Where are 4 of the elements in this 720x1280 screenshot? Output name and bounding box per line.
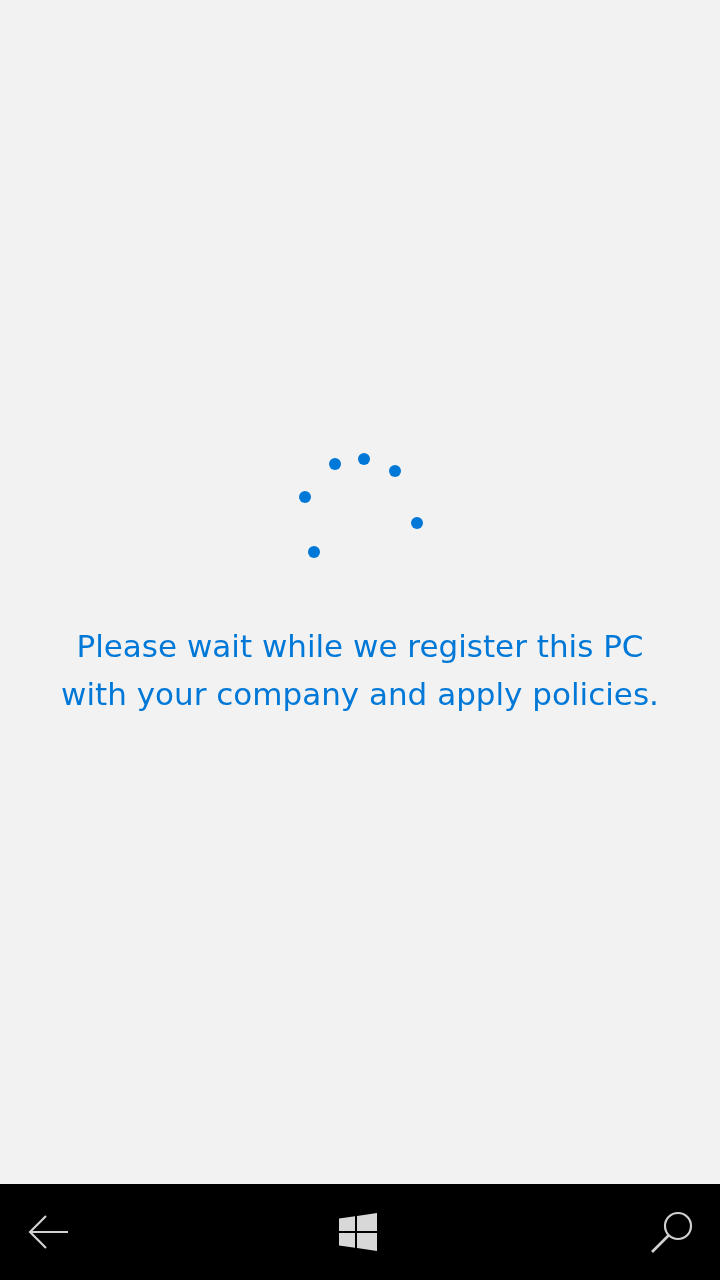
status-message: Please wait while we register this PC with your company and apply policies. — [61, 627, 659, 714]
windows-logo-icon — [339, 1213, 377, 1251]
back-icon — [27, 1214, 69, 1250]
search-icon — [650, 1210, 694, 1254]
